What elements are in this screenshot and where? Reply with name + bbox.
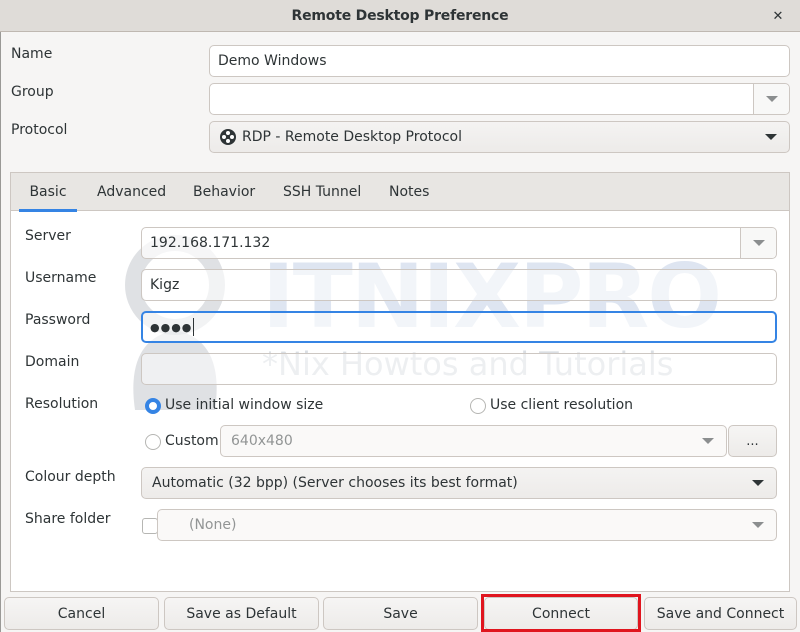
radio-client-resolution-label[interactable]: Use client resolution <box>490 397 633 413</box>
save-and-connect-button[interactable]: Save and Connect <box>644 597 797 630</box>
radio-custom-resolution-label[interactable]: Custom <box>165 433 219 449</box>
rdp-plugin-icon <box>220 129 236 145</box>
name-input-value: Demo Windows <box>218 53 327 69</box>
tab-notes[interactable]: Notes <box>381 173 437 211</box>
server-label: Server <box>25 228 71 244</box>
save-as-default-button-label: Save as Default <box>186 605 297 622</box>
text-cursor <box>193 318 195 336</box>
password-input-value: ●●●● <box>150 320 193 334</box>
password-input[interactable]: ●●●● <box>141 311 777 343</box>
name-input[interactable]: Demo Windows <box>209 45 790 77</box>
cancel-button[interactable]: Cancel <box>4 597 159 630</box>
group-label: Group <box>11 84 54 100</box>
chevron-down-icon <box>765 134 777 140</box>
radio-initial-window-size-label[interactable]: Use initial window size <box>165 397 323 413</box>
share-folder-label: Share folder <box>25 511 111 527</box>
radio-client-resolution[interactable] <box>470 398 486 414</box>
username-input[interactable]: Kigz <box>141 269 777 301</box>
protocol-dropdown[interactable]: RDP - Remote Desktop Protocol <box>209 121 790 153</box>
colour-depth-dropdown[interactable]: Automatic (32 bpp) (Server chooses its b… <box>141 467 777 499</box>
more-label: ... <box>746 433 759 449</box>
server-input-value: 192.168.171.132 <box>150 235 271 251</box>
tab-ssh-tunnel-label: SSH Tunnel <box>283 184 362 200</box>
share-folder-checkbox[interactable] <box>142 518 158 534</box>
save-as-default-button[interactable]: Save as Default <box>164 597 319 630</box>
username-input-value: Kigz <box>150 277 180 293</box>
window-border <box>0 32 1 632</box>
save-button-label: Save <box>383 605 418 622</box>
tab-basic-label: Basic <box>29 184 67 200</box>
password-label: Password <box>25 312 91 328</box>
tab-advanced-label: Advanced <box>97 184 167 200</box>
tab-behavior-label: Behavior <box>193 184 256 200</box>
username-label: Username <box>25 270 97 286</box>
custom-resolution-value: 640x480 <box>231 433 293 449</box>
radio-initial-window-size[interactable] <box>145 398 161 414</box>
custom-resolution-dropdown[interactable]: 640x480 <box>220 425 727 457</box>
tab-behavior[interactable]: Behavior <box>185 173 263 211</box>
connect-button[interactable]: Connect <box>484 597 638 630</box>
tab-bar: Basic Advanced Behavior SSH Tunnel Notes <box>11 173 789 212</box>
share-folder-dropdown[interactable]: (None) <box>157 509 777 541</box>
tab-basic[interactable]: Basic <box>19 173 77 212</box>
group-combo-entry[interactable] <box>209 83 790 115</box>
save-button[interactable]: Save <box>323 597 478 630</box>
server-combo-entry[interactable]: 192.168.171.132 <box>141 227 777 259</box>
tab-notes-label: Notes <box>389 184 430 200</box>
title-bar: Remote Desktop Preference ✕ <box>0 0 800 32</box>
chevron-down-icon <box>752 522 764 528</box>
chevron-down-icon <box>752 240 765 246</box>
chevron-down-icon <box>752 480 764 486</box>
tab-ssh-tunnel[interactable]: SSH Tunnel <box>275 173 369 211</box>
chevron-down-icon <box>765 96 778 102</box>
cancel-button-label: Cancel <box>57 605 106 622</box>
protocol-label: Protocol <box>11 122 68 138</box>
protocol-value: RDP - Remote Desktop Protocol <box>242 129 462 145</box>
domain-input[interactable] <box>141 353 777 385</box>
window-title: Remote Desktop Preference <box>291 7 509 24</box>
chevron-down-icon <box>702 438 714 444</box>
radio-custom-resolution[interactable] <box>145 434 161 450</box>
domain-label: Domain <box>25 354 80 370</box>
colour-depth-value: Automatic (32 bpp) (Server chooses its b… <box>152 475 518 491</box>
colour-depth-label: Colour depth <box>25 469 116 485</box>
tab-advanced[interactable]: Advanced <box>89 173 174 211</box>
share-folder-value: (None) <box>189 517 237 533</box>
resolution-label: Resolution <box>25 396 99 412</box>
custom-resolution-more-button[interactable]: ... <box>728 425 777 457</box>
save-and-connect-button-label: Save and Connect <box>656 605 785 622</box>
name-label: Name <box>11 46 53 62</box>
close-icon[interactable]: ✕ <box>768 6 788 26</box>
connect-button-label: Connect <box>532 605 590 622</box>
group-dropdown-button[interactable] <box>753 84 789 114</box>
server-dropdown-button[interactable] <box>740 228 776 258</box>
